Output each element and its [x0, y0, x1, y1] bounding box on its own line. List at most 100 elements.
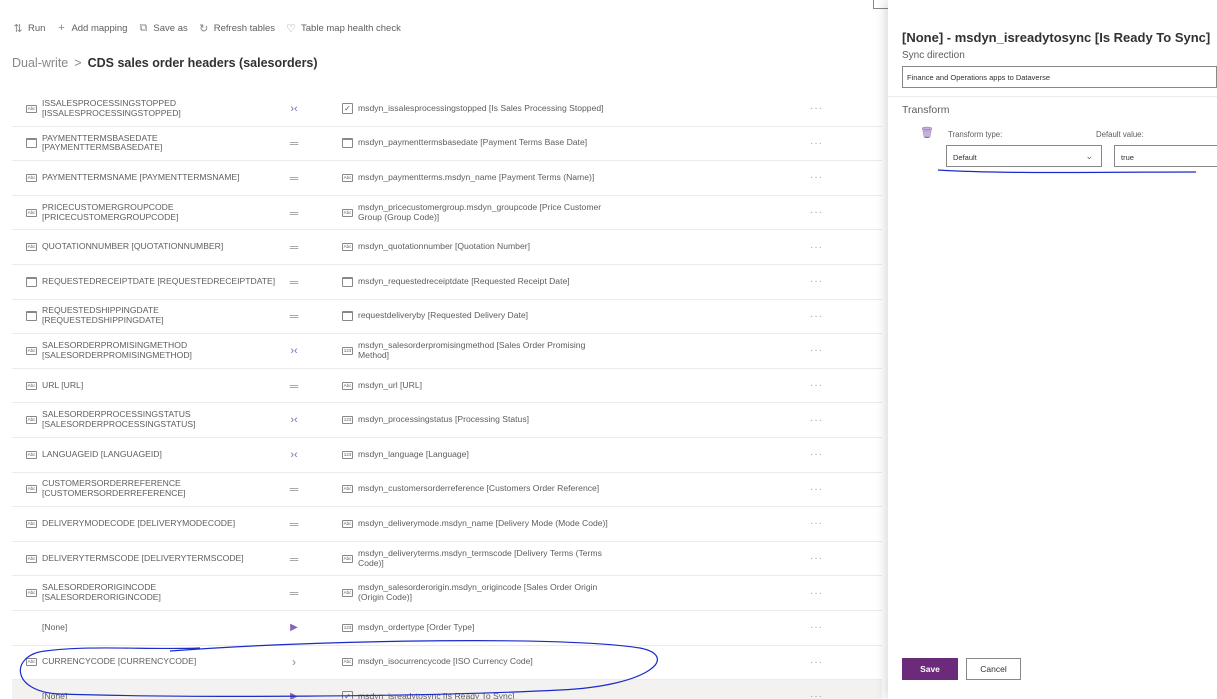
more-options-icon[interactable]: ··· [810, 334, 823, 368]
add-mapping-button[interactable]: + Add mapping [55, 22, 127, 34]
more-options-icon[interactable]: ··· [810, 403, 823, 437]
destination-field[interactable]: Abc msdyn_isocurrencycode [ISO Currency C… [342, 646, 612, 680]
more-options-icon[interactable]: ··· [810, 265, 823, 299]
more-options-icon[interactable]: ··· [810, 646, 823, 680]
table-row[interactable]: Abc CURRENCYCODE [CURRENCYCODE] › Abc msdyn_… [12, 646, 882, 681]
refresh-tables-button[interactable]: ↻ Refresh tables [198, 22, 275, 35]
source-field[interactable]: Abc URL [URL] [26, 369, 276, 403]
destination-field[interactable]: Abc msdyn_pricecustomergroup.msdyn_groupc… [342, 196, 612, 230]
table-row[interactable]: PAYMENTTERMSBASEDATE [PAYMENTTERMSBASEDA… [12, 127, 882, 162]
source-field[interactable]: Abc DELIVERYTERMSCODE [DELIVERYTERMSCODE] [26, 542, 276, 576]
more-options-icon[interactable]: ··· [810, 92, 823, 126]
more-options-icon[interactable]: ··· [810, 127, 823, 161]
trash-icon[interactable]: 🗑 [920, 126, 934, 139]
table-row[interactable]: Abc ISSALESPROCESSINGSTOPPED [ISSALESPROC… [12, 92, 882, 127]
source-field[interactable]: Abc PRICECUSTOMERGROUPCODE [PRICECUSTOMER… [26, 196, 276, 230]
table-row[interactable]: Abc QUOTATIONNUMBER [QUOTATIONNUMBER] ═ Abc… [12, 230, 882, 265]
mapping-direction-icon[interactable]: ═ [284, 473, 304, 507]
more-options-icon[interactable]: ··· [810, 473, 823, 507]
mapping-direction-icon[interactable]: › [284, 646, 304, 680]
destination-field[interactable]: 123 msdyn_processingstatus [Processing St… [342, 403, 612, 437]
source-field[interactable]: Abc QUOTATIONNUMBER [QUOTATIONNUMBER] [26, 230, 276, 264]
table-row[interactable]: Abc SALESORDERPROMISINGMETHOD [SALESORDER… [12, 334, 882, 369]
source-field[interactable]: [None] [26, 680, 276, 699]
source-field[interactable]: Abc PAYMENTTERMSNAME [PAYMENTTERMSNAME] [26, 161, 276, 195]
mapping-direction-icon[interactable]: ═ [284, 230, 304, 264]
mapping-direction-icon[interactable]: ›‹ [284, 403, 304, 437]
sync-direction-field[interactable]: Finance and Operations apps to Dataverse [902, 66, 1217, 88]
table-row[interactable]: [None] ▶ 123 msdyn_ordertype [Order Type] ··… [12, 611, 882, 646]
source-field[interactable]: Abc DELIVERYMODECODE [DELIVERYMODECODE] [26, 507, 276, 541]
more-options-icon[interactable]: ··· [810, 611, 823, 645]
save-button[interactable]: Save [902, 658, 958, 680]
destination-field[interactable]: requestdeliveryby [Requested Delivery Da… [342, 300, 612, 334]
table-row[interactable]: Abc SALESORDERPROCESSINGSTATUS [SALESORDE… [12, 403, 882, 438]
destination-field[interactable]: Abc msdyn_url [URL] [342, 369, 612, 403]
more-options-icon[interactable]: ··· [810, 438, 823, 472]
mapping-direction-icon[interactable]: ═ [284, 576, 304, 610]
more-options-icon[interactable]: ··· [810, 542, 823, 576]
destination-field[interactable]: msdyn_paymenttermsbasedate [Payment Term… [342, 127, 612, 161]
more-options-icon[interactable]: ··· [810, 369, 823, 403]
destination-field[interactable]: Abc msdyn_paymentterms.msdyn_name [Paymen… [342, 161, 612, 195]
table-row[interactable]: Abc LANGUAGEID [LANGUAGEID] ›‹ 123 msdyn_lan… [12, 438, 882, 473]
mapping-direction-icon[interactable]: ›‹ [284, 438, 304, 472]
save-as-button[interactable]: ⧉ Save as [137, 22, 187, 35]
mapping-direction-icon[interactable]: ═ [284, 161, 304, 195]
source-field[interactable]: Abc SALESORDERORIGINCODE [SALESORDERORIGI… [26, 576, 276, 610]
table-row[interactable]: [None] ▶ ✓ msdyn_isreadytosync [Is Ready To… [12, 680, 882, 699]
table-row[interactable]: Abc PAYMENTTERMSNAME [PAYMENTTERMSNAME] ═ A… [12, 161, 882, 196]
destination-field[interactable]: Abc msdyn_customersorderreference [Custom… [342, 473, 612, 507]
transform-type-dropdown[interactable]: Default ⌄ [946, 145, 1102, 167]
mapping-direction-icon[interactable]: ═ [284, 542, 304, 576]
more-options-icon[interactable]: ··· [810, 196, 823, 230]
source-field[interactable]: Abc CURRENCYCODE [CURRENCYCODE] [26, 646, 276, 680]
mapping-direction-icon[interactable]: ›‹ [284, 334, 304, 368]
table-row[interactable]: Abc DELIVERYMODECODE [DELIVERYMODECODE] ═ A… [12, 507, 882, 542]
destination-field[interactable]: Abc msdyn_salesorderorigin.msdyn_originco… [342, 576, 612, 610]
table-row[interactable]: Abc CUSTOMERSORDERREFERENCE [CUSTOMERSORD… [12, 473, 882, 508]
source-field[interactable]: Abc CUSTOMERSORDERREFERENCE [CUSTOMERSORD… [26, 473, 276, 507]
breadcrumb-root[interactable]: Dual-write [12, 56, 68, 70]
default-value-input[interactable]: true [1114, 145, 1217, 167]
destination-field[interactable]: 123 msdyn_ordertype [Order Type] [342, 611, 612, 645]
more-options-icon[interactable]: ··· [810, 507, 823, 541]
mapping-direction-icon[interactable]: ═ [284, 507, 304, 541]
mapping-direction-icon[interactable]: ▶ [284, 611, 304, 645]
table-row[interactable]: Abc URL [URL] ═ Abc msdyn_url [URL] ··· [12, 369, 882, 404]
table-row[interactable]: Abc PRICECUSTOMERGROUPCODE [PRICECUSTOMER… [12, 196, 882, 231]
table-row[interactable]: Abc DELIVERYTERMSCODE [DELIVERYTERMSCODE]… [12, 542, 882, 577]
more-options-icon[interactable]: ··· [810, 680, 823, 699]
destination-field[interactable]: Abc msdyn_deliveryterms.msdyn_termscode [… [342, 542, 612, 576]
run-button[interactable]: ⇅ Run [12, 22, 45, 35]
mapping-direction-icon[interactable]: ═ [284, 196, 304, 230]
source-field[interactable]: PAYMENTTERMSBASEDATE [PAYMENTTERMSBASEDA… [26, 127, 276, 161]
more-options-icon[interactable]: ··· [810, 161, 823, 195]
destination-field[interactable]: Abc msdyn_quotationnumber [Quotation Numb… [342, 230, 612, 264]
mapping-direction-icon[interactable]: ═ [284, 265, 304, 299]
mapping-direction-icon[interactable]: ═ [284, 300, 304, 334]
mapping-direction-icon[interactable]: ═ [284, 127, 304, 161]
source-field[interactable]: Abc SALESORDERPROCESSINGSTATUS [SALESORDE… [26, 403, 276, 437]
source-field[interactable]: Abc LANGUAGEID [LANGUAGEID] [26, 438, 276, 472]
mapping-direction-icon[interactable]: ›‹ [284, 92, 304, 126]
destination-field[interactable]: Abc msdyn_deliverymode.msdyn_name [Delive… [342, 507, 612, 541]
table-row[interactable]: REQUESTEDSHIPPINGDATE [REQUESTEDSHIPPING… [12, 300, 882, 335]
mapping-direction-icon[interactable]: ▶ [284, 680, 304, 699]
destination-field[interactable]: ✓ msdyn_isreadytosync [Is Ready To Sync] [342, 680, 612, 699]
mapping-direction-icon[interactable]: ═ [284, 369, 304, 403]
table-row[interactable]: Abc SALESORDERORIGINCODE [SALESORDERORIGI… [12, 576, 882, 611]
destination-field[interactable]: 123 msdyn_salesorderpromisingmethod [Sale… [342, 334, 612, 368]
source-field[interactable]: Abc SALESORDERPROMISINGMETHOD [SALESORDER… [26, 334, 276, 368]
more-options-icon[interactable]: ··· [810, 230, 823, 264]
destination-field[interactable]: ✓ msdyn_issalesprocessingstopped [Is Sale… [342, 92, 612, 126]
more-options-icon[interactable]: ··· [810, 576, 823, 610]
source-field[interactable]: Abc ISSALESPROCESSINGSTOPPED [ISSALESPROC… [26, 92, 276, 126]
cancel-button[interactable]: Cancel [966, 658, 1021, 680]
more-options-icon[interactable]: ··· [810, 300, 823, 334]
destination-field[interactable]: 123 msdyn_language [Language] [342, 438, 612, 472]
table-row[interactable]: REQUESTEDRECEIPTDATE [REQUESTEDRECEIPTDA… [12, 265, 882, 300]
source-field[interactable]: REQUESTEDSHIPPINGDATE [REQUESTEDSHIPPING… [26, 300, 276, 334]
source-field[interactable]: REQUESTEDRECEIPTDATE [REQUESTEDRECEIPTDA… [26, 265, 276, 299]
source-field[interactable]: [None] [26, 611, 276, 645]
